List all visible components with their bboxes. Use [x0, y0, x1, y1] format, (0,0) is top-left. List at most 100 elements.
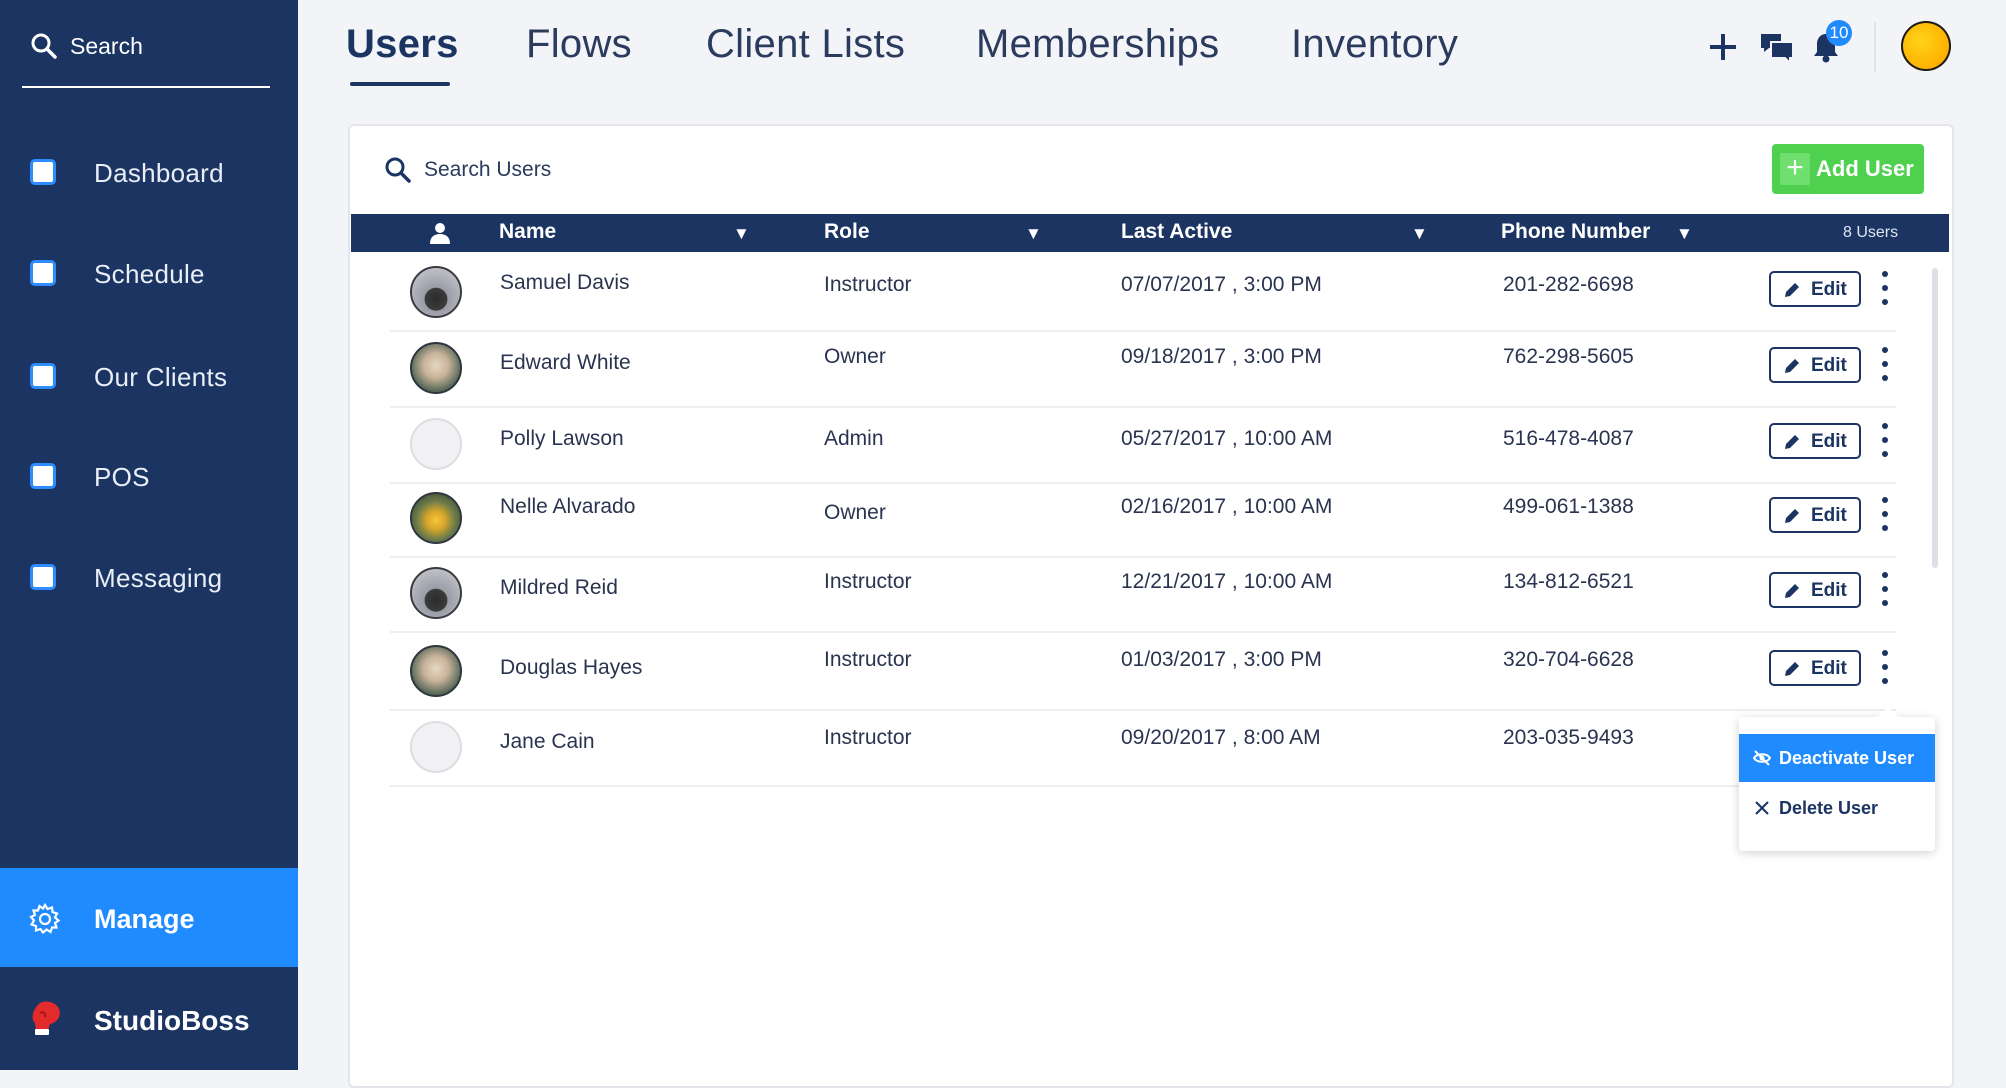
edit-label: Edit [1811, 355, 1847, 376]
table-row[interactable]: Mildred Reid Instructor 12/21/2017 , 10:00… [390, 556, 1896, 633]
user-role: Owner [824, 501, 886, 524]
tab-memberships[interactable]: Memberships [976, 22, 1219, 67]
boxing-glove-icon [32, 1001, 60, 1035]
tab-client-lists[interactable]: Client Lists [706, 22, 905, 67]
more-options-icon[interactable] [1878, 271, 1892, 307]
more-options-icon[interactable] [1878, 423, 1892, 459]
sidebar-item-pos[interactable]: POS [0, 446, 298, 510]
table-row[interactable]: Samuel Davis Instructor 07/07/2017 , 3:00 … [390, 255, 1896, 332]
edit-label: Edit [1811, 279, 1847, 300]
user-last-active: 07/07/2017 , 3:00 PM [1121, 273, 1322, 296]
close-icon [1755, 801, 1769, 815]
sidebar-item-label: Schedule [94, 259, 205, 289]
column-header-name[interactable]: Name [499, 220, 556, 244]
column-header-phone[interactable]: Phone Number [1501, 220, 1650, 244]
pencil-icon [1785, 435, 1799, 449]
pencil-icon [1785, 662, 1799, 676]
user-name[interactable]: Samuel Davis [500, 271, 630, 295]
more-options-icon[interactable] [1878, 347, 1892, 383]
sidebar-search-label: Search [70, 33, 143, 59]
user-role: Instructor [824, 273, 912, 296]
checkbox-icon [30, 463, 56, 489]
table-row[interactable]: Polly Lawson Admin 05/27/2017 , 10:00 AM 51… [390, 407, 1896, 484]
user-phone: 134-812-6521 [1503, 570, 1634, 593]
user-name[interactable]: Nelle Alvarado [500, 495, 635, 519]
edit-label: Edit [1811, 431, 1847, 452]
table-row[interactable]: Douglas Hayes Instructor 01/03/2017 , 3:00… [390, 634, 1896, 711]
sidebar-item-our-clients[interactable]: Our Clients [0, 346, 298, 410]
avatar [410, 342, 462, 394]
menu-caret [1877, 707, 1899, 718]
edit-button[interactable]: Edit [1769, 572, 1861, 608]
more-options-icon[interactable] [1878, 650, 1892, 686]
more-options-icon[interactable] [1878, 572, 1892, 608]
sidebar-item-label: Messaging [94, 563, 223, 593]
edit-button[interactable]: Edit [1769, 650, 1861, 686]
active-tab-indicator [350, 82, 450, 86]
avatar [410, 567, 462, 619]
user-count: 8 Users [1843, 224, 1899, 241]
gear-icon [29, 902, 61, 935]
scrollbar[interactable] [1932, 268, 1938, 568]
person-icon [430, 223, 450, 244]
user-role: Instructor [824, 570, 912, 593]
sidebar-item-messaging[interactable]: Messaging [0, 547, 298, 611]
sidebar-item-label: Dashboard [94, 158, 224, 188]
search-users-input[interactable]: Search Users [424, 156, 551, 184]
user-name[interactable]: Edward White [500, 351, 631, 375]
user-last-active: 09/20/2017 , 8:00 AM [1121, 726, 1321, 749]
brand-name: StudioBoss [94, 1005, 250, 1036]
pencil-icon [1785, 509, 1799, 523]
user-phone: 320-704-6628 [1503, 648, 1634, 671]
user-name[interactable]: Mildred Reid [500, 576, 618, 600]
user-last-active: 09/18/2017 , 3:00 PM [1121, 345, 1322, 368]
add-user-label: Add User [1816, 156, 1914, 181]
tab-flows[interactable]: Flows [526, 22, 632, 67]
table-row[interactable]: Nelle Alvarado Owner 02/16/2017 , 10:00 AM… [390, 481, 1896, 558]
edit-button[interactable]: Edit [1769, 271, 1861, 307]
table-row[interactable]: Edward White Owner 09/18/2017 , 3:00 PM 762… [390, 331, 1896, 408]
user-role: Instructor [824, 648, 912, 671]
tab-users[interactable]: Users [346, 22, 459, 67]
user-avatar[interactable] [1901, 21, 1951, 71]
user-name[interactable]: Douglas Hayes [500, 656, 642, 680]
add-user-button[interactable]: + Add User [1772, 144, 1924, 194]
avatar [410, 721, 462, 773]
table-row[interactable]: Jane Cain Instructor 09/20/2017 , 8:00 AM 2… [390, 710, 1896, 787]
user-name[interactable]: Jane Cain [500, 730, 595, 754]
user-phone: 499-061-1388 [1503, 495, 1634, 518]
delete-user-menu-item[interactable]: Delete User [1739, 784, 1935, 832]
sort-down-icon[interactable]: ▼ [733, 224, 750, 244]
checkbox-icon [30, 564, 56, 590]
user-role: Instructor [824, 726, 912, 749]
pencil-icon [1785, 359, 1799, 373]
menu-item-label: Deactivate User [1779, 748, 1915, 768]
edit-button[interactable]: Edit [1769, 347, 1861, 383]
user-role: Owner [824, 345, 886, 368]
chat-icon[interactable] [1759, 32, 1795, 66]
sidebar-search[interactable]: Search [22, 22, 270, 88]
sidebar-item-manage[interactable]: Manage [0, 868, 298, 967]
sort-down-icon[interactable]: ▼ [1411, 224, 1428, 244]
deactivate-user-menu-item[interactable]: Deactivate User [1739, 734, 1935, 782]
more-options-icon[interactable] [1878, 497, 1892, 533]
brand: StudioBoss [0, 967, 298, 1070]
sidebar-item-schedule[interactable]: Schedule [0, 243, 298, 307]
edit-button[interactable]: Edit [1769, 423, 1861, 459]
edit-button[interactable]: Edit [1769, 497, 1861, 533]
row-action-menu: Deactivate User Delete User [1739, 707, 1935, 851]
column-header-last-active[interactable]: Last Active [1121, 220, 1232, 244]
menu-item-label: Delete User [1779, 798, 1879, 818]
sidebar: Search Dashboard Schedule Our Clients PO… [0, 0, 298, 1070]
user-name[interactable]: Polly Lawson [500, 427, 624, 451]
user-role: Admin [824, 427, 884, 450]
sort-down-icon[interactable]: ▼ [1025, 224, 1042, 244]
tab-inventory[interactable]: Inventory [1291, 22, 1458, 67]
sort-down-icon[interactable]: ▼ [1676, 224, 1693, 244]
plus-icon[interactable] [1708, 32, 1738, 62]
column-header-role[interactable]: Role [824, 220, 870, 244]
sidebar-item-dashboard[interactable]: Dashboard [0, 142, 298, 206]
avatar [410, 645, 462, 697]
user-last-active: 02/16/2017 , 10:00 AM [1121, 495, 1333, 518]
user-last-active: 12/21/2017 , 10:00 AM [1121, 570, 1333, 593]
